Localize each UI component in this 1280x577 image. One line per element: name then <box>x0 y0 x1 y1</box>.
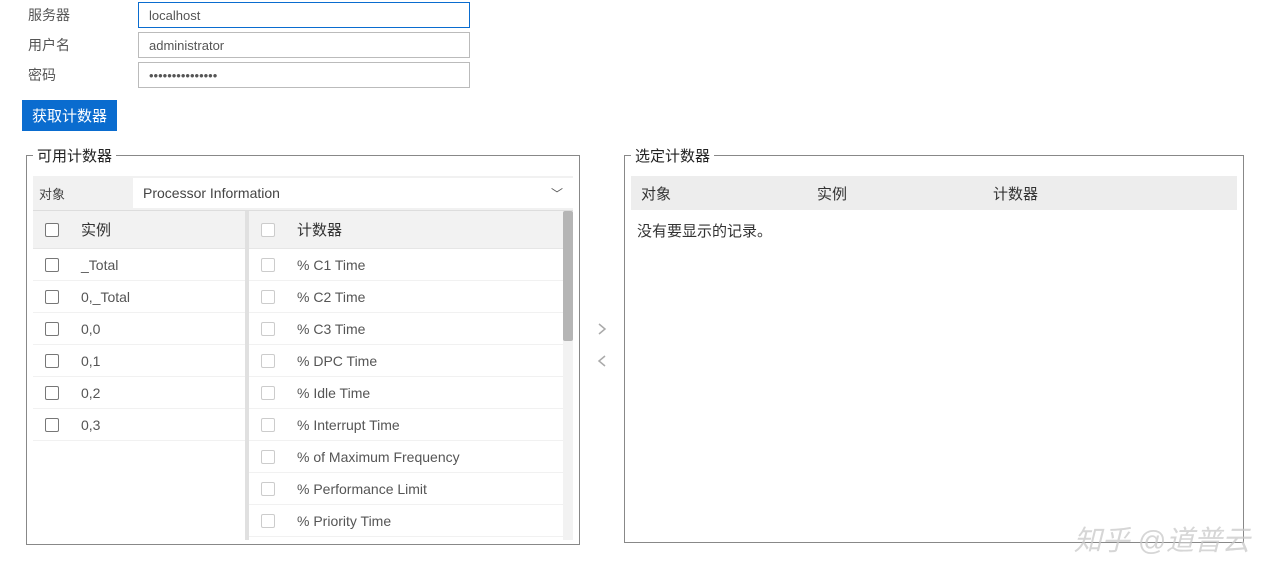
instance-row[interactable]: 0,3 <box>33 409 245 441</box>
instance-checkbox[interactable] <box>45 290 59 304</box>
counter-label: % C2 Time <box>297 289 365 305</box>
available-legend: 可用计数器 <box>33 145 116 166</box>
counter-label: % Idle Time <box>297 385 370 401</box>
selected-counters-panel: 选定计数器 对象 实例 计数器 没有要显示的记录。 <box>624 145 1244 543</box>
selected-empty-message: 没有要显示的记录。 <box>631 210 1237 241</box>
counter-label: % Performance Limit <box>297 481 427 497</box>
selected-col-instance: 实例 <box>817 183 993 204</box>
counter-label: % of Maximum Frequency <box>297 449 460 465</box>
counter-checkbox[interactable] <box>261 322 275 336</box>
username-label: 用户名 <box>28 35 138 55</box>
instance-header: 实例 <box>81 219 111 240</box>
instance-row[interactable]: 0,1 <box>33 345 245 377</box>
counter-row[interactable]: % Performance Limit <box>249 473 573 505</box>
counter-row[interactable]: % Priority Time <box>249 505 573 537</box>
counter-checkbox[interactable] <box>261 482 275 496</box>
instance-checkbox[interactable] <box>45 322 59 336</box>
password-input[interactable] <box>138 62 470 88</box>
counter-row[interactable]: % of Maximum Frequency <box>249 441 573 473</box>
instance-checkbox[interactable] <box>45 418 59 432</box>
counter-checkbox[interactable] <box>261 514 275 528</box>
selected-legend: 选定计数器 <box>631 145 714 166</box>
chevron-down-icon: ﹀ <box>551 185 563 202</box>
counter-row[interactable]: % C3 Time <box>249 313 573 345</box>
instance-label: 0,2 <box>81 385 100 401</box>
fetch-counters-button[interactable]: 获取计数器 <box>22 100 117 131</box>
counter-checkbox[interactable] <box>261 418 275 432</box>
password-label: 密码 <box>28 65 138 85</box>
instance-label: 0,3 <box>81 417 100 433</box>
instance-row[interactable]: 0,2 <box>33 377 245 409</box>
counters-scrollbar-thumb[interactable] <box>563 211 573 341</box>
object-select[interactable]: Processor Information ﹀ <box>133 178 573 208</box>
counter-checkbox[interactable] <box>261 290 275 304</box>
counter-row[interactable]: % C1 Time <box>249 249 573 281</box>
counter-row[interactable]: % Interrupt Time <box>249 409 573 441</box>
instance-select-all-checkbox[interactable] <box>45 223 59 237</box>
counter-row[interactable]: % C2 Time <box>249 281 573 313</box>
instance-row[interactable]: 0,_Total <box>33 281 245 313</box>
counters-scrollbar[interactable] <box>563 211 573 540</box>
arrow-right-icon <box>596 323 608 335</box>
counter-header: 计数器 <box>297 219 342 240</box>
counter-row[interactable]: % DPC Time <box>249 345 573 377</box>
instance-label: 0,0 <box>81 321 100 337</box>
counter-label: % Interrupt Time <box>297 417 400 433</box>
instance-row[interactable]: 0,0 <box>33 313 245 345</box>
remove-from-selected-button[interactable] <box>593 352 611 370</box>
counter-label: % C1 Time <box>297 257 365 273</box>
selected-col-counter: 计数器 <box>993 183 1169 204</box>
server-input[interactable] <box>138 2 470 28</box>
username-input[interactable] <box>138 32 470 58</box>
counter-checkbox[interactable] <box>261 258 275 272</box>
counter-checkbox[interactable] <box>261 386 275 400</box>
counter-checkbox[interactable] <box>261 450 275 464</box>
counter-select-all-checkbox[interactable] <box>261 223 275 237</box>
instance-row[interactable]: _Total <box>33 249 245 281</box>
counter-label: % Priority Time <box>297 513 391 529</box>
instance-label: _Total <box>81 257 118 273</box>
server-label: 服务器 <box>28 5 138 25</box>
arrow-left-icon <box>596 355 608 367</box>
counter-label: % DPC Time <box>297 353 377 369</box>
object-label: 对象 <box>33 184 133 203</box>
counter-label: % C3 Time <box>297 321 365 337</box>
instance-label: 0,_Total <box>81 289 130 305</box>
counter-row[interactable]: % Idle Time <box>249 377 573 409</box>
counter-checkbox[interactable] <box>261 354 275 368</box>
instance-checkbox[interactable] <box>45 386 59 400</box>
available-counters-panel: 可用计数器 对象 Processor Information ﹀ 实例 _Tot… <box>26 145 580 545</box>
instance-label: 0,1 <box>81 353 100 369</box>
add-to-selected-button[interactable] <box>593 320 611 338</box>
object-select-value: Processor Information <box>143 185 280 201</box>
instance-checkbox[interactable] <box>45 354 59 368</box>
selected-col-object: 对象 <box>641 183 817 204</box>
instance-checkbox[interactable] <box>45 258 59 272</box>
